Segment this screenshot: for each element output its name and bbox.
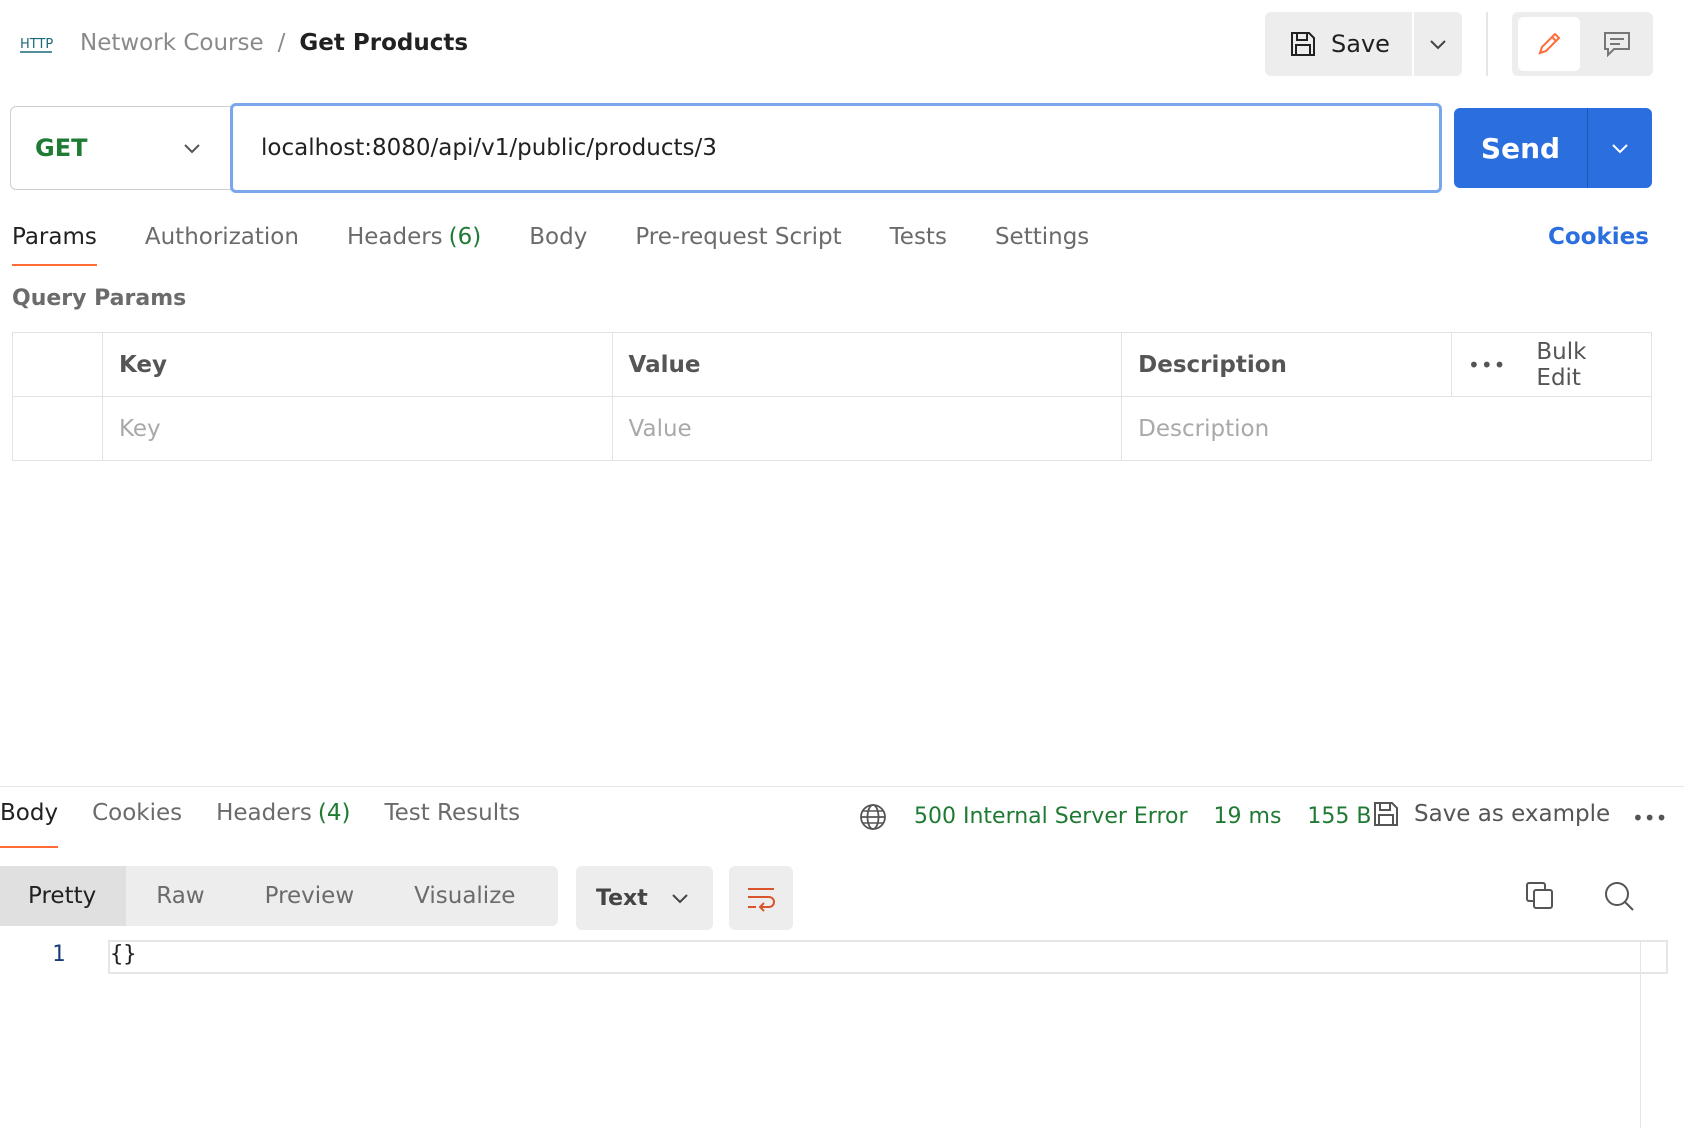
response-headers-count: (4) <box>317 800 351 826</box>
table-row: Key Value Description <box>12 396 1652 461</box>
editor-scrollbar-track[interactable] <box>1640 940 1641 1128</box>
tab-headers[interactable]: Headers (6) <box>347 218 481 270</box>
request-name[interactable]: Get Products <box>299 30 468 56</box>
query-params-title: Query Params <box>12 286 187 311</box>
request-tabs: Params Authorization Headers (6) Body Pre… <box>12 218 1137 270</box>
send-options-button[interactable] <box>1587 108 1652 188</box>
chevron-down-icon <box>672 894 688 904</box>
save-options-button[interactable] <box>1414 12 1462 76</box>
chevron-down-icon <box>1430 40 1446 50</box>
bulk-edit-cell: ••• Bulk Edit <box>1451 332 1652 397</box>
response-size[interactable]: 155 B <box>1307 804 1371 829</box>
method-label: GET <box>35 134 88 162</box>
edit-mode-button[interactable] <box>1518 17 1580 71</box>
comments-mode-button[interactable] <box>1586 17 1648 71</box>
response-tab-test-results[interactable]: Test Results <box>384 800 520 826</box>
tab-prerequest-script[interactable]: Pre-request Script <box>635 218 841 270</box>
response-tab-cookies[interactable]: Cookies <box>92 800 182 826</box>
chevron-down-icon <box>184 144 200 154</box>
response-status: 500 Internal Server Error 19 ms 155 B <box>914 804 1398 829</box>
response-tabs: Body Cookies Headers (4) Test Results <box>0 800 554 848</box>
save-icon <box>1374 802 1398 826</box>
tab-params[interactable]: Params <box>12 218 97 270</box>
url-field[interactable] <box>230 103 1442 193</box>
content-type-select[interactable]: Text <box>576 866 713 930</box>
key-input[interactable]: Key <box>101 396 613 461</box>
response-divider[interactable] <box>0 786 1684 787</box>
http-icon: HTTP <box>20 28 54 56</box>
breadcrumb-separator: / <box>277 30 286 56</box>
cookies-link[interactable]: Cookies <box>1548 224 1649 250</box>
chevron-down-icon <box>1612 144 1628 154</box>
checkbox-column-header <box>12 332 103 397</box>
format-visualize[interactable]: Visualize <box>384 866 545 926</box>
format-tabs: Pretty Raw Preview Visualize <box>0 866 558 926</box>
response-tab-headers-label: Headers <box>216 800 312 826</box>
tab-authorization[interactable]: Authorization <box>145 218 299 270</box>
save-as-example-button[interactable]: Save as example <box>1372 800 1610 828</box>
header-divider <box>1486 12 1488 76</box>
save-button[interactable]: Save <box>1265 12 1412 76</box>
more-options-icon[interactable]: ••• <box>1468 353 1506 377</box>
search-icon[interactable] <box>1603 880 1635 916</box>
tab-body[interactable]: Body <box>529 218 587 270</box>
save-as-example-label: Save as example <box>1414 801 1611 827</box>
content-type-label: Text <box>596 885 648 911</box>
format-preview[interactable]: Preview <box>235 866 385 926</box>
send-button[interactable]: Send <box>1454 108 1587 188</box>
pencil-icon <box>1538 32 1561 55</box>
key-column-header: Key <box>101 332 613 397</box>
comment-icon <box>1604 32 1630 58</box>
format-pretty[interactable]: Pretty <box>0 866 127 926</box>
wrap-lines-button[interactable] <box>729 866 793 930</box>
response-time[interactable]: 19 ms <box>1214 804 1282 829</box>
wrap-lines-icon <box>748 888 775 912</box>
row-checkbox-cell <box>12 396 103 461</box>
current-line-highlight <box>108 940 1668 974</box>
response-more-icon[interactable]: ••• <box>1632 806 1667 830</box>
globe-icon[interactable] <box>858 802 888 836</box>
description-column-header: Description <box>1121 332 1453 397</box>
response-tab-body[interactable]: Body <box>0 800 59 848</box>
line-number: 1 <box>52 942 66 967</box>
method-select[interactable]: GET <box>10 106 232 190</box>
response-tab-headers[interactable]: Headers (4) <box>216 800 350 826</box>
breadcrumb: Network Course / Get Products <box>80 26 468 60</box>
breadcrumb-collection[interactable]: Network Course <box>80 30 264 56</box>
bulk-edit-button[interactable]: Bulk Edit <box>1536 339 1635 391</box>
save-label: Save <box>1331 30 1390 58</box>
svg-text:HTTP: HTTP <box>20 37 53 52</box>
tab-headers-label: Headers <box>346 224 443 250</box>
params-table: Key Value Description ••• Bulk Edit Key … <box>12 332 1652 461</box>
copy-icon[interactable] <box>1524 880 1556 916</box>
format-raw[interactable]: Raw <box>126 866 234 926</box>
table-header-row: Key Value Description ••• Bulk Edit <box>12 332 1652 397</box>
url-input[interactable] <box>261 135 1439 161</box>
description-input[interactable]: Description <box>1121 396 1652 461</box>
headers-count: (6) <box>448 224 482 250</box>
status-code[interactable]: 500 Internal Server Error <box>914 804 1188 829</box>
response-body[interactable]: {} <box>110 942 137 967</box>
tab-tests[interactable]: Tests <box>890 218 947 270</box>
save-icon <box>1291 32 1315 56</box>
tab-settings[interactable]: Settings <box>995 218 1089 270</box>
value-column-header: Value <box>611 332 1123 397</box>
value-input[interactable]: Value <box>611 396 1123 461</box>
